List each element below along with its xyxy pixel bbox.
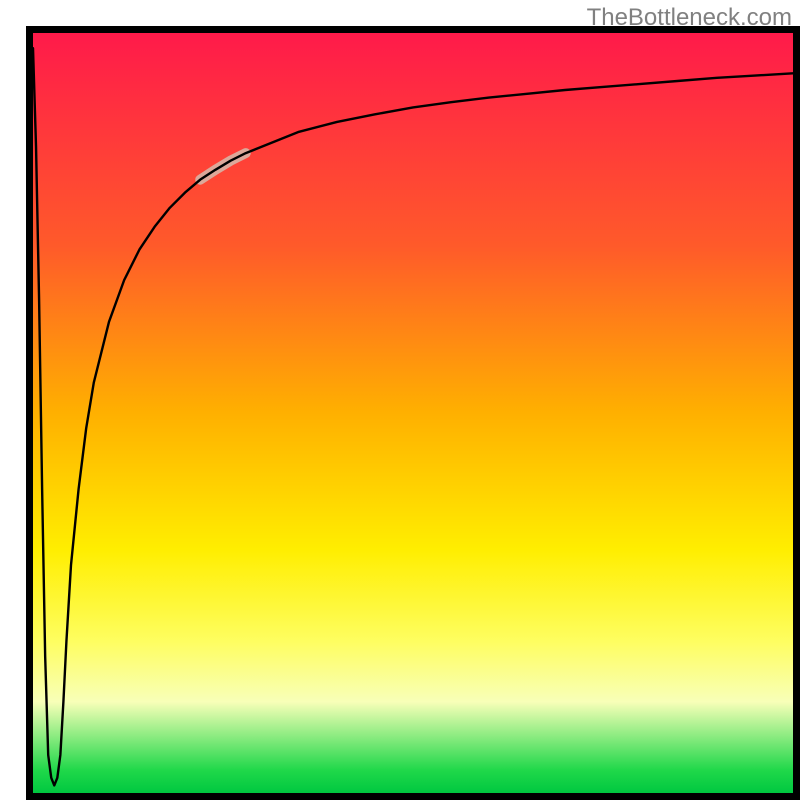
plot-background [33, 33, 793, 793]
chart-svg [0, 0, 800, 800]
watermark-text: TheBottleneck.com [587, 4, 792, 32]
chart-container: TheBottleneck.com [0, 0, 800, 800]
